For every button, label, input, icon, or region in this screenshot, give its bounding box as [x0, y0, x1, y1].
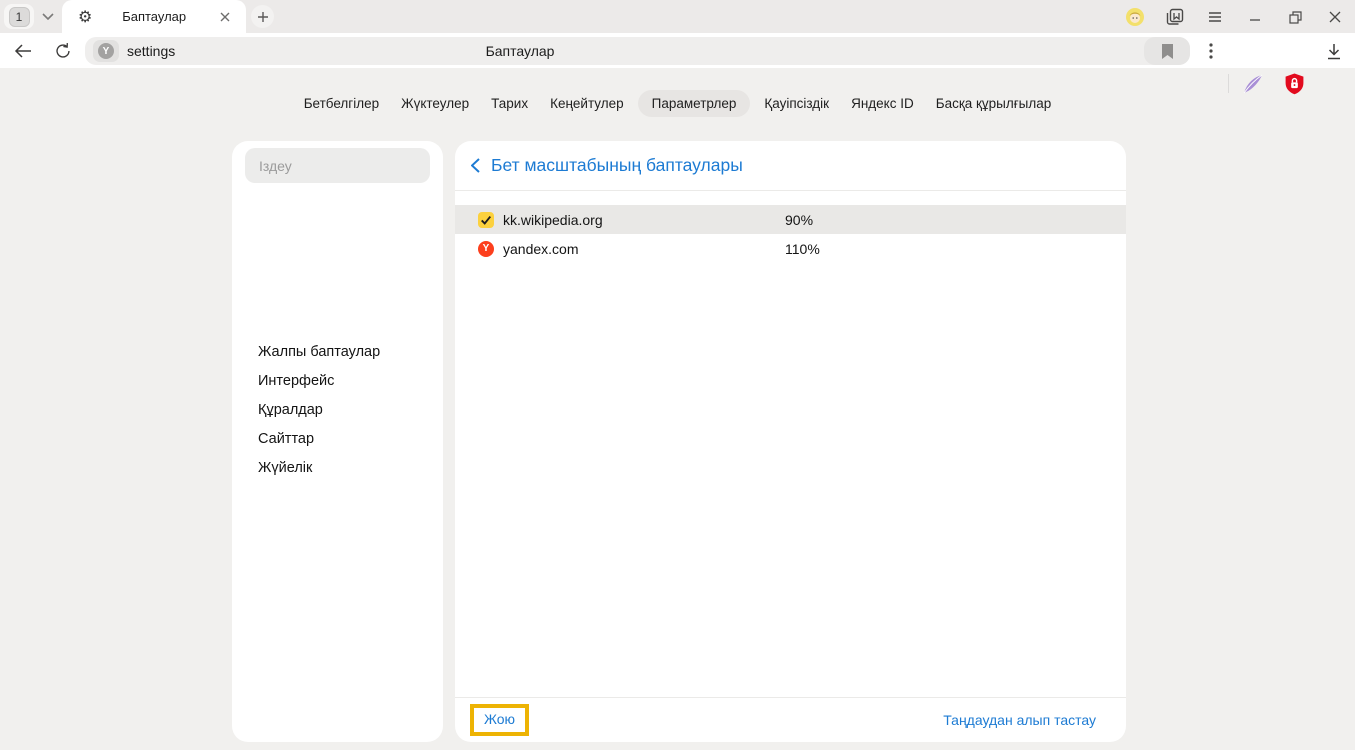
extensions-kebab-icon[interactable] [1201, 41, 1221, 61]
reload-icon[interactable] [53, 41, 73, 61]
tab-other-devices[interactable]: Басқа құрылғылар [925, 90, 1063, 117]
downloads-icon[interactable] [1324, 41, 1344, 61]
list-top-gap [455, 191, 1126, 205]
side-panels-icon[interactable] [1164, 6, 1186, 28]
sidebar-item-interface[interactable]: Интерфейс [258, 367, 334, 396]
page-zoom-settings-panel: Бет масштабының баптаулары kk.wikipedia.… [455, 141, 1126, 742]
zoom-row-yandex[interactable]: Y yandex.com 110% [455, 234, 1126, 263]
sidebar-item-tools[interactable]: Құралдар [258, 396, 323, 425]
yandex-favicon: Y [478, 241, 494, 257]
site-name: yandex.com [503, 241, 578, 257]
window-close-button[interactable] [1324, 6, 1346, 28]
settings-sidebar: Жалпы баптаулар Интерфейс Құралдар Сайтт… [232, 141, 443, 742]
site-badge[interactable]: Y [93, 40, 119, 62]
search-input[interactable] [245, 148, 430, 183]
checkbox-checked-icon [478, 212, 494, 228]
zoom-row-wikipedia[interactable]: kk.wikipedia.org 90% [455, 205, 1126, 234]
tab-extensions[interactable]: Кеңейтулер [539, 90, 635, 117]
bookmark-button[interactable] [1144, 37, 1190, 65]
address-toolbar: Y settings Баптаулар [0, 33, 1355, 68]
profile-avatar[interactable] [1124, 6, 1146, 28]
menu-hamburger-icon[interactable] [1204, 6, 1226, 28]
window-restore-button[interactable] [1284, 6, 1306, 28]
url-text[interactable]: settings [127, 37, 175, 65]
back-icon[interactable] [13, 41, 33, 61]
site-name: kk.wikipedia.org [503, 212, 603, 228]
sidebar-item-general[interactable]: Жалпы баптаулар [258, 338, 380, 367]
tab-history[interactable]: Тарих [480, 90, 539, 117]
tab-title: Баптаулар [92, 9, 216, 24]
browser-tab-settings[interactable]: ⚙ Баптаулар [62, 0, 246, 33]
delete-button[interactable]: Жою [484, 711, 515, 727]
bookmark-icon [1161, 44, 1174, 59]
panel-header: Бет масштабының баптаулары [455, 141, 1126, 190]
sidebar-item-system[interactable]: Жүйелік [258, 454, 312, 483]
zoom-value: 90% [785, 212, 813, 228]
site-favicon: Y [478, 241, 494, 257]
zoom-value: 110% [785, 241, 820, 257]
tab-count: 1 [9, 7, 30, 27]
delete-button-highlight: Жою [470, 704, 529, 736]
tab-bar: 1 ⚙ Баптаулар [0, 0, 1355, 33]
tab-yandex-id[interactable]: Яндекс ID [840, 90, 925, 117]
tab-list-chevron-down-icon[interactable] [38, 6, 58, 26]
deselect-link[interactable]: Таңдаудан алып тастау [943, 712, 1096, 728]
row-checkbox[interactable] [478, 212, 494, 228]
gear-icon: ⚙ [78, 7, 92, 26]
list-spacer [455, 263, 1126, 697]
tab-counter-button[interactable]: 1 [4, 4, 34, 29]
tab-bookmarks[interactable]: Бетбелгілер [293, 90, 390, 117]
sidebar-item-sites[interactable]: Сайттар [258, 425, 314, 454]
yandex-logo-icon: Y [98, 43, 114, 59]
tab-settings[interactable]: Параметрлер [638, 90, 751, 117]
page-title: Баптаулар [440, 37, 600, 65]
address-bar[interactable]: Y settings Баптаулар [85, 37, 1190, 65]
tab-downloads[interactable]: Жүктеулер [390, 90, 480, 117]
window-minimize-button[interactable] [1244, 6, 1266, 28]
back-chevron-icon[interactable] [467, 158, 483, 174]
panel-footer: Жою Таңдаудан алып тастау [455, 698, 1126, 742]
new-tab-button[interactable] [251, 5, 274, 28]
settings-nav-tabs: Бетбелгілер Жүктеулер Тарих Кеңейтулер П… [0, 89, 1355, 117]
panel-title: Бет масштабының баптаулары [491, 155, 743, 176]
tab-security[interactable]: Қауіпсіздік [753, 90, 840, 117]
tab-close-icon[interactable] [216, 8, 234, 26]
